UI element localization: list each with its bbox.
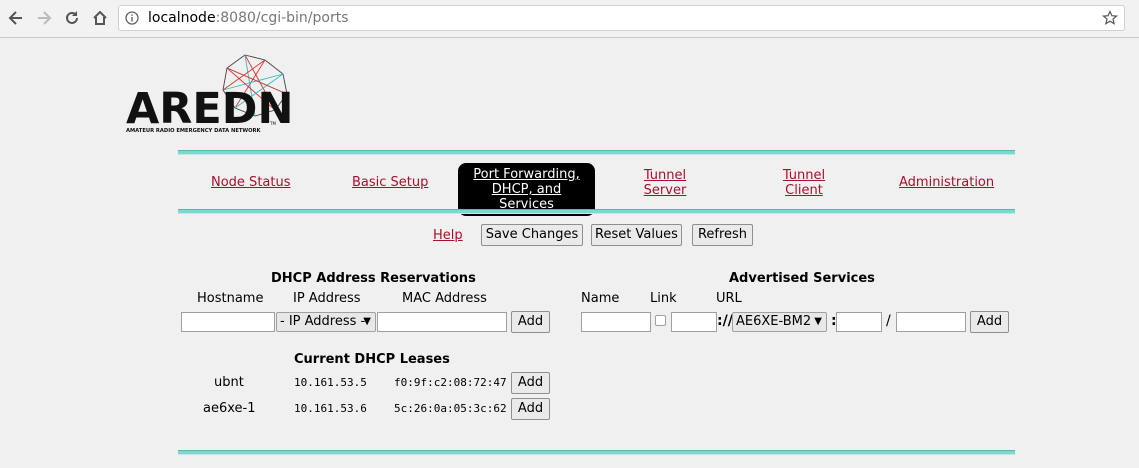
refresh-button[interactable]: Refresh	[692, 224, 753, 246]
nav-tunnel-server[interactable]: Tunnel Server	[630, 168, 700, 198]
reload-icon[interactable]	[63, 9, 81, 27]
ip-address-select[interactable]: - IP Address - ▼	[276, 312, 376, 332]
bookmark-star-icon[interactable]	[1102, 10, 1118, 26]
add-reservation-button[interactable]: Add	[511, 311, 550, 333]
lease-hostname: ubnt	[214, 375, 244, 390]
aredn-logo: AREDN AMATEUR RADIO EMERGENCY DATA NETWO…	[126, 54, 290, 134]
scheme-separator: ://	[717, 313, 733, 329]
home-icon[interactable]	[91, 9, 109, 27]
dropdown-arrow-icon: ▼	[363, 316, 371, 327]
nav-tunnel-client[interactable]: Tunnel Client	[769, 168, 839, 198]
nav-node-status[interactable]: Node Status	[211, 175, 291, 190]
bottom-divider	[178, 450, 1015, 455]
lease-ip: 10.161.53.5	[294, 376, 367, 389]
svg-text:TM: TM	[269, 121, 276, 126]
nav-administration[interactable]: Administration	[899, 175, 994, 190]
address-url[interactable]: localnode:8080/cgi-bin/ports	[148, 10, 349, 26]
mac-address-input[interactable]	[377, 312, 507, 332]
lease-mac: 5c:26:0a:05:3c:62	[394, 402, 507, 415]
col-service-url: URL	[716, 291, 742, 306]
col-service-link: Link	[650, 291, 677, 306]
info-icon[interactable]	[125, 11, 139, 25]
nav-basic-setup[interactable]: Basic Setup	[352, 175, 428, 190]
service-protocol-input[interactable]	[671, 312, 717, 332]
lease-mac: f0:9f:c2:08:72:47	[394, 376, 507, 389]
advertised-services-title: Advertised Services	[729, 271, 875, 286]
service-link-checkbox[interactable]	[655, 315, 666, 326]
hostname-input[interactable]	[181, 312, 275, 332]
add-service-button[interactable]: Add	[970, 311, 1009, 333]
service-name-input[interactable]	[581, 312, 651, 332]
service-port-input[interactable]	[836, 312, 882, 332]
col-service-name: Name	[581, 291, 620, 306]
reset-values-button[interactable]: Reset Values	[591, 224, 682, 246]
lease-ip: 10.161.53.6	[294, 402, 367, 415]
svg-text:AREDN: AREDN	[126, 84, 290, 134]
col-mac-address: MAC Address	[402, 291, 487, 306]
path-separator: /	[886, 313, 891, 329]
add-lease-button[interactable]: Add	[511, 398, 550, 420]
help-link[interactable]: Help	[433, 228, 463, 243]
address-bar[interactable]: localnode:8080/cgi-bin/ports	[118, 5, 1125, 31]
add-lease-button[interactable]: Add	[511, 372, 550, 394]
forward-icon[interactable]	[35, 9, 53, 27]
save-changes-button[interactable]: Save Changes	[481, 224, 583, 246]
browser-toolbar: localnode:8080/cgi-bin/ports	[0, 0, 1139, 38]
service-path-input[interactable]	[896, 312, 966, 332]
col-hostname: Hostname	[197, 291, 264, 306]
back-icon[interactable]	[7, 9, 25, 27]
col-ip-address: IP Address	[293, 291, 361, 306]
nav-divider	[178, 209, 1015, 214]
service-host-select[interactable]: AE6XE-BM2 ▼	[732, 312, 827, 332]
top-divider	[178, 150, 1015, 155]
dropdown-arrow-icon: ▼	[814, 316, 822, 327]
dhcp-reservations-title: DHCP Address Reservations	[271, 271, 476, 286]
lease-hostname: ae6xe-1	[203, 401, 256, 416]
svg-text:AMATEUR RADIO EMERGENCY DATA N: AMATEUR RADIO EMERGENCY DATA NETWORK	[126, 128, 262, 134]
dhcp-leases-title: Current DHCP Leases	[294, 352, 450, 367]
